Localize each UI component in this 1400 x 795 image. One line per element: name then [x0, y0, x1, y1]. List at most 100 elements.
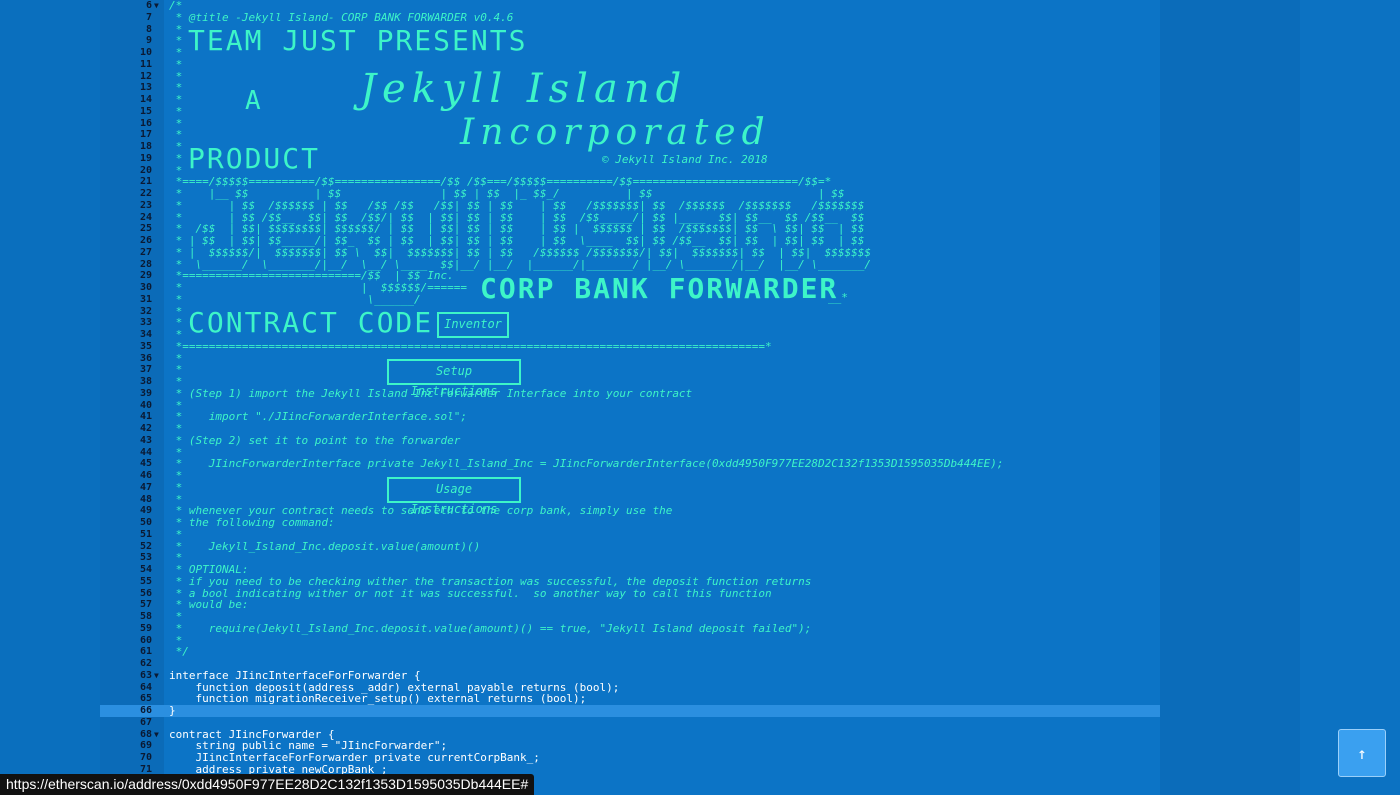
line-number: 36 [139, 352, 152, 364]
line-number: 61 [139, 646, 152, 658]
line-number: 8 [145, 23, 152, 35]
code-line[interactable]: 7 * @title -Jekyll Island- CORP BANK FOR… [100, 11, 1160, 24]
line-number: 32 [139, 305, 152, 317]
code-line[interactable]: 59 * require(Jekyll_Island_Inc.deposit.v… [100, 621, 1160, 635]
line-number: 57 [139, 599, 152, 611]
line-number: 15 [139, 105, 152, 117]
line-number: 65 [139, 693, 152, 705]
line-text: * import "./JIincForwarderInterface.sol"… [169, 410, 468, 424]
line-number: 54 [139, 564, 152, 575]
line-number: 56 [139, 587, 152, 599]
line-number: 40 [139, 399, 152, 411]
corp-bank-forwarder-banner: CORP BANK FORWARDER [480, 272, 839, 305]
line-text: * require(Jekyll_Island_Inc.deposit.valu… [169, 621, 812, 635]
line-number: 68 [139, 728, 152, 740]
line-number: 25 [139, 223, 152, 235]
code-line[interactable]: 46 * [100, 470, 1160, 482]
code-line[interactable]: 57 * would be: [100, 599, 1160, 611]
line-number: 42 [139, 423, 152, 434]
line-number: 43 [139, 434, 152, 446]
line-text: *=======================================… [169, 339, 772, 353]
status-bar-url: https://etherscan.io/address/0xdd4950F97… [0, 774, 535, 795]
line-text: * \______/ [169, 292, 421, 306]
line-number: 39 [139, 387, 152, 399]
line-number: 23 [139, 199, 152, 211]
code-line[interactable]: 52 * Jekyll_Island_Inc.deposit.value(amo… [100, 539, 1160, 553]
line-number: 33 [139, 317, 152, 329]
line-number: 41 [139, 411, 152, 423]
code-line[interactable]: 41 * import "./JIincForwarderInterface.s… [100, 411, 1160, 423]
line-number: 55 [139, 575, 152, 587]
line-number: 7 [145, 11, 152, 23]
usage-instructions-box: Usage Instructions [387, 477, 521, 516]
line-text: * | $$ /$$$$$$ | $$ /$$ /$$ /$$| $$ | $$… [169, 198, 865, 212]
code-line[interactable]: 67 [100, 717, 1160, 729]
code-line[interactable]: 43 * (Step 2) set it to point to the for… [100, 433, 1160, 447]
line-text: * Jekyll_Island_Inc.deposit.value(amount… [169, 539, 481, 553]
page-right-edge [1300, 0, 1400, 795]
line-number: 20 [139, 164, 152, 176]
code-line[interactable]: 53 * [100, 552, 1160, 564]
line-number: 29 [139, 270, 152, 282]
code-line[interactable]: 65 function migrationReceiver_setup() ex… [100, 693, 1160, 705]
scroll-to-top-button[interactable]: ↑ [1338, 729, 1386, 777]
fold-toggle-icon[interactable]: ▼ [154, 0, 164, 12]
line-text: * the following command: [169, 516, 335, 529]
line-number: 63 [139, 669, 152, 681]
line-number: 21 [139, 176, 152, 188]
line-number: 70 [139, 752, 152, 763]
code-line[interactable]: 61 */ [100, 646, 1160, 658]
line-number: 48 [139, 493, 152, 505]
inventor-box: Inventor [437, 312, 509, 338]
line-number: 64 [139, 681, 152, 693]
code-line[interactable]: 56 * a bool indicating wither or not it … [100, 587, 1160, 600]
line-number: 45 [139, 458, 152, 470]
code-line[interactable]: 47 * [100, 480, 1160, 494]
code-line[interactable]: 63 ▼ interface JIincInterfaceForForwarder … [100, 668, 1160, 682]
line-number: 28 [139, 258, 152, 270]
line-number: 16 [139, 117, 152, 129]
arrow-up-icon: ↑ [1357, 744, 1367, 763]
code-line[interactable]: 60 * [100, 634, 1160, 647]
line-text: * [169, 527, 183, 541]
line-number: 67 [139, 716, 152, 728]
line-number: 44 [139, 446, 152, 458]
line-number: 37 [139, 364, 152, 376]
line-number: 30 [139, 282, 152, 293]
trademark-mark: ™ [756, 116, 765, 127]
line-number: 53 [139, 552, 152, 564]
line-text: */ [169, 645, 189, 659]
code-line[interactable]: 51 * [100, 527, 1160, 541]
fold-toggle-icon[interactable]: ▼ [154, 670, 164, 682]
code-line[interactable]: 37 * [100, 364, 1160, 376]
line-text: interface JIincInterfaceForForwarder { [169, 668, 421, 682]
code-line[interactable]: 55 * if you need to be checking wither t… [100, 575, 1160, 588]
line-number: 14 [139, 94, 152, 105]
line-number: 12 [139, 70, 152, 82]
code-line[interactable]: 66} [100, 705, 1160, 717]
copyright-text: © Jekyll Island Inc. 2018 [602, 153, 768, 166]
line-text: * [169, 480, 183, 494]
line-number: 17 [139, 129, 152, 141]
code-line[interactable]: 39 * (Step 1) import the Jekyll Island I… [100, 387, 1160, 400]
line-text: * [169, 104, 183, 118]
end-marks: __* [828, 291, 848, 304]
code-editor[interactable]: 6 ▼/* 7 * @title -Jekyll Island- CORP BANK… [100, 0, 1160, 795]
team-just-banner: TEAM JUST PRESENTS [188, 24, 528, 57]
jekyll-island-script-title: Jekyll Island [360, 66, 688, 112]
line-number: 10 [139, 47, 152, 58]
line-number: 49 [139, 505, 152, 517]
code-line[interactable]: 35 *====================================… [100, 339, 1160, 353]
code-line[interactable]: 23 * | $$ /$$$$$$ | $$ /$$ /$$ /$$| $$ |… [100, 198, 1160, 212]
line-number: 6 [145, 0, 152, 11]
code-line[interactable]: 36 * [100, 352, 1160, 365]
code-line[interactable]: 27 * | $$$$$$/| $$$$$$$| $$ \ $$| $$$$$$… [100, 246, 1160, 259]
line-number: 69 [139, 740, 152, 752]
fold-toggle-icon[interactable]: ▼ [154, 729, 164, 741]
code-line[interactable]: 45 * JIincForwarderInterface private Jek… [100, 458, 1160, 470]
code-line[interactable]: 50 * the following command: [100, 517, 1160, 529]
incorporated-script-title: Incorporated [460, 112, 771, 153]
line-number: 19 [139, 152, 152, 164]
line-text: function migrationReceiver_setup() exter… [169, 692, 587, 706]
line-text: * (Step 2) set it to point to the forwar… [169, 433, 461, 447]
